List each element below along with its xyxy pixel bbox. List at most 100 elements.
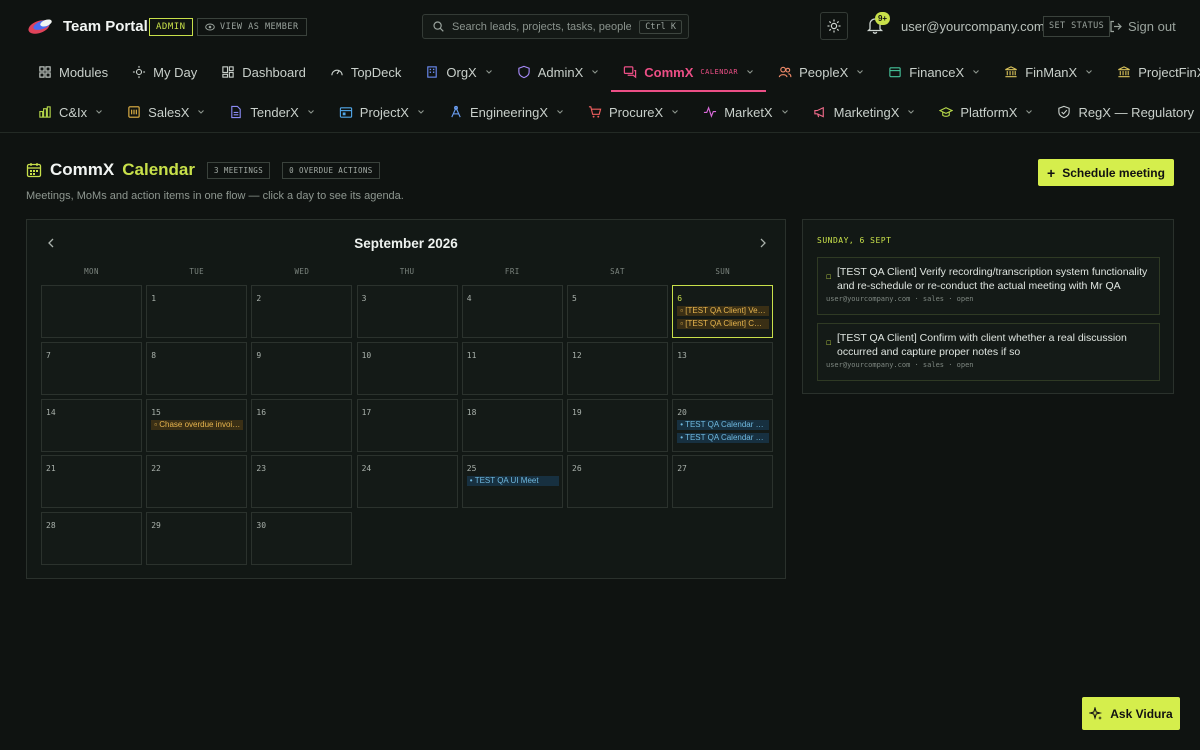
chevron-down-icon [198,110,205,114]
calendar-event-chip[interactable]: • TEST QA Calendar M… [677,419,770,430]
action-item-meta: user@yourcompany.com · sales · open [826,361,974,369]
calendar-day-cell[interactable]: 27 [672,455,774,509]
calendar-day-cell[interactable]: 6 ▫ [TEST QA Client] Veri… ▫ [TEST QA Clie… [672,285,774,338]
set-status-button[interactable]: SET STATUS [1043,16,1111,37]
day-number: 1 [151,294,157,303]
nav-item-dashboard[interactable]: Dashboard [209,53,318,91]
calendar-day-cell[interactable]: 12 [567,341,668,395]
event-title: [TEST QA Client] Con… [685,319,770,328]
theme-toggle-button[interactable] [820,12,848,40]
nav-item-topdeck[interactable]: TopDeck [318,53,414,91]
calendar-event-chip[interactable]: ▫ Chase overdue invoic… [151,419,244,430]
calendar-event-chip[interactable]: • TEST QA UI Meet [466,476,559,487]
calendar-day-cell[interactable]: 14 [41,398,142,452]
nav-item-label: PlatformX [960,104,1018,120]
nav-item-orgx[interactable]: OrgX [413,53,504,91]
nav-item-marketingx[interactable]: MarketingX [801,93,928,131]
nav-item-commx[interactable]: CommX CALENDAR [611,53,766,92]
nav-item-regx-regulatory[interactable]: RegX — Regulatory [1045,93,1200,131]
day-number: 14 [46,407,56,417]
day-number: 28 [46,521,56,531]
nav-item-finmanx[interactable]: FinManX [992,53,1105,91]
nav-item-my-day[interactable]: My Day [120,53,209,91]
calendar-day-cell[interactable]: 22 [146,455,248,509]
weekday-header: THU [399,267,415,276]
day-number: 7 [46,350,51,360]
next-month-button[interactable] [757,237,769,249]
nav-item-peoplex[interactable]: PeopleX [766,53,876,91]
schedule-meeting-label: Schedule meeting [1062,165,1165,180]
calendar-event-chip[interactable]: • TEST QA Calendar M… [677,432,770,443]
weekday-header: TUE [189,267,205,276]
app-title[interactable]: Team Portal [63,18,148,35]
calendar-day-cell[interactable]: 25 • TEST QA UI Meet [461,455,563,509]
calendar-day-cell[interactable]: 3 [356,285,458,338]
nav-item-financex[interactable]: FinanceX [876,53,992,91]
calendar-day-cell[interactable]: 24 [356,455,458,509]
day-number: 21 [46,464,56,474]
nav-item-engineeringx[interactable]: EngineeringX [437,93,576,131]
calendar-day-cell[interactable]: 11 [461,341,563,395]
calendar-day-cell[interactable]: 23 [251,455,353,509]
nav-item-marketx[interactable]: MarketX [691,93,800,131]
calendar-day-cell[interactable]: 15 ▫ Chase overdue invoic… [146,398,248,452]
action-item-meta: user@yourcompany.com · sales · open [826,295,974,303]
agenda-action-item[interactable]: ☐ [TEST QA Client] Verify recording/trans… [817,257,1160,315]
calendar-day-cell[interactable]: 16 [251,398,353,452]
calendar-day-cell[interactable]: 19 [567,398,668,452]
calendar-day-cell[interactable]: 8 [146,341,248,395]
page-header: CommX Calendar 3 MEETINGS 0 OVERDUE ACTI… [26,160,380,180]
day-number: 26 [572,464,582,474]
calendar-event-chip[interactable]: ▫ [TEST QA Client] Veri… [677,306,770,316]
nav-item-projectfinx[interactable]: ProjectFinX [1105,53,1200,91]
calendar-day-cell[interactable]: 17 [356,398,458,452]
nav-item-modules[interactable]: Modules [26,53,120,91]
calendar-day-cell[interactable]: 5 [567,285,668,338]
calendar-event-chip[interactable]: ▫ [TEST QA Client] Con… [677,319,770,329]
nav-item-salesx[interactable]: SalesX [115,93,217,131]
calendar-day-cell[interactable]: 4 [461,285,563,338]
calendar-day-cell[interactable]: 1 [146,285,248,338]
building-icon [425,65,439,79]
chevron-down-icon [485,70,492,74]
calendar-day-cell[interactable]: 20 • TEST QA Calendar M… • TEST QA Calenda… [672,398,774,452]
chevron-down-icon [908,110,915,114]
day-number: 8 [151,350,157,360]
calendar-day-cell[interactable]: 30 [251,512,353,566]
bank-icon [1117,65,1131,79]
schedule-meeting-button[interactable]: + Schedule meeting [1038,159,1174,186]
view-as-member-button[interactable]: VIEW AS MEMBER [197,18,307,36]
calendar-day-cell[interactable]: 29 [146,512,248,566]
bank-icon [1004,65,1018,79]
calendar-day-cell[interactable]: 21 [41,455,142,509]
calendar-day-cell[interactable]: 18 [461,398,563,452]
calendar-day-cell[interactable]: 26 [567,455,668,509]
agenda-action-item[interactable]: ☐ [TEST QA Client] Confirm with client wh… [817,323,1160,381]
user-email[interactable]: user@yourcompany.com [901,19,1045,34]
nav-item-procurex[interactable]: ProcureX [576,93,691,131]
chevron-down-icon [747,70,753,74]
meetings-count-pill: 3 MEETINGS [206,161,271,179]
calendar-day-cell[interactable]: 9 [251,341,353,395]
nav-item-label: ProjectX [359,104,409,120]
nav-item-projectx[interactable]: ProjectX [327,93,437,131]
nav-item-label: ProjectFinX [1138,64,1200,80]
day-number: 2 [256,294,262,303]
calendar-day-cell[interactable]: 2 [251,285,353,338]
calendar-day-cell[interactable]: 28 [41,512,142,566]
nav-item-tenderx[interactable]: TenderX [217,93,326,131]
nav-item-platformx[interactable]: PlatformX [927,93,1045,131]
search-input[interactable] [452,20,632,33]
ask-assistant-button[interactable]: Ask Vidura [1082,697,1180,730]
sales-icon [127,105,141,119]
page-title-module: CommX [50,160,115,179]
global-search[interactable]: Ctrl K [422,14,689,39]
nav-item-adminx[interactable]: AdminX [505,53,612,91]
calendar-day-cell[interactable]: 13 [672,341,774,395]
calendar-day-cell[interactable]: 10 [356,341,458,395]
nav-item-label: TenderX [250,104,299,120]
sign-out-button[interactable]: Sign out [1109,19,1176,34]
nav-item-c-ix[interactable]: C&Ix [26,93,115,131]
nav-item-label: OrgX [446,64,477,80]
calendar-day-cell[interactable]: 7 [41,341,142,395]
